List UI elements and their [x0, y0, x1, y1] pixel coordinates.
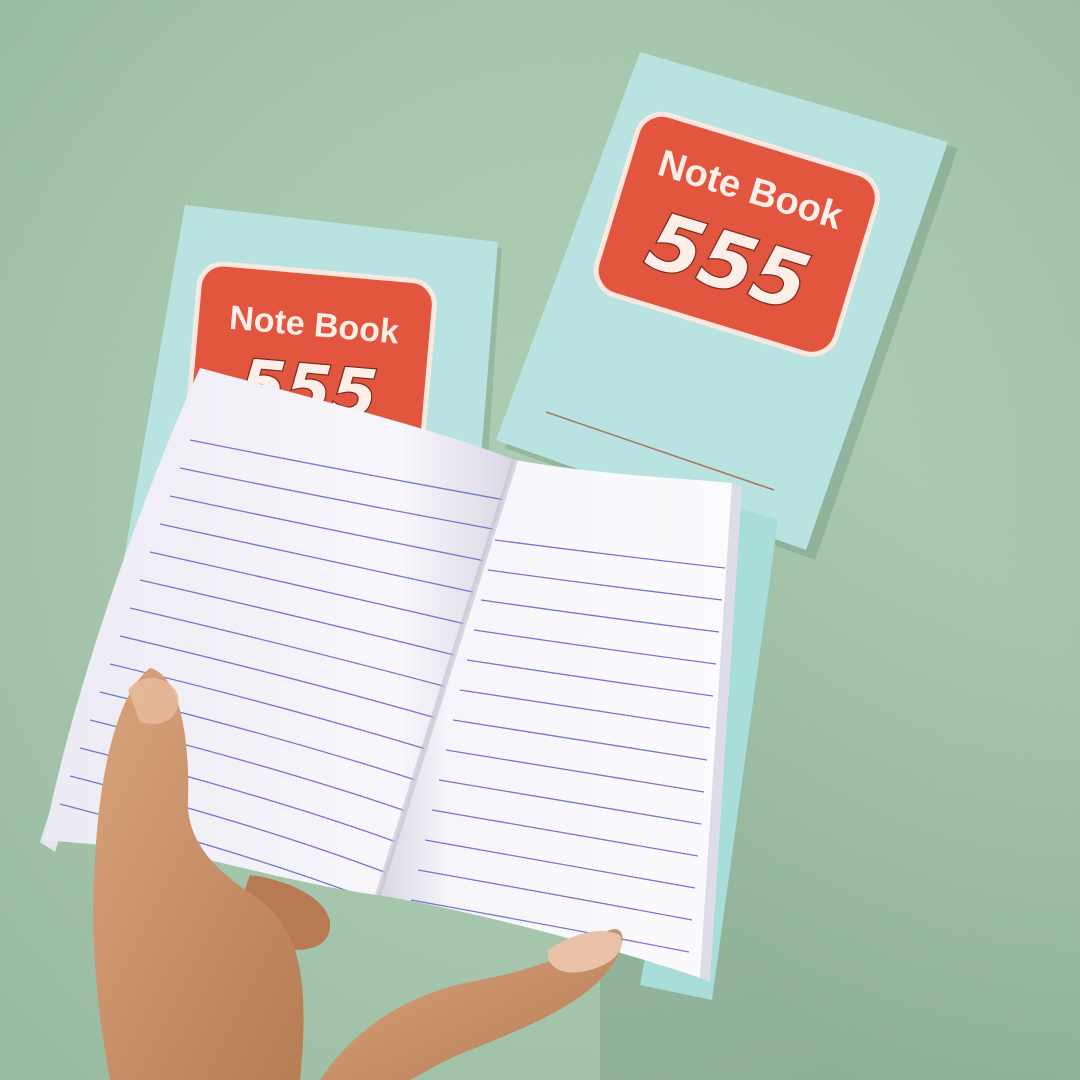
photo-scene: Note Book 555 Note Book 555	[0, 0, 1080, 1080]
thumb	[93, 668, 304, 1080]
hand	[93, 668, 623, 1080]
